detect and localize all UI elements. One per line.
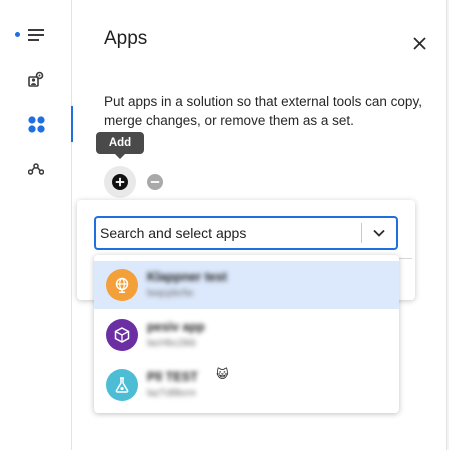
cube-icon — [106, 319, 138, 351]
app-option-name: Pll TEST — [147, 370, 198, 384]
rail-item-connections[interactable] — [0, 61, 72, 97]
left-nav-rail — [0, 0, 73, 450]
popover-divider — [398, 258, 412, 259]
app-option-id: lwqcpbcfw — [147, 288, 194, 299]
app-options-menu: Klappner test lwqcpbcfw pesiv app lacHbc… — [94, 255, 399, 413]
app-option-id: lazTd8bcm — [147, 388, 196, 399]
app-option-name: pesiv app — [147, 320, 205, 334]
workflow-icon — [28, 163, 44, 175]
panel-description: Put apps in a solution so that external … — [104, 94, 422, 128]
close-button[interactable] — [408, 32, 430, 54]
app-search-select[interactable]: Search and select apps — [94, 216, 398, 250]
add-tooltip: Add — [96, 132, 144, 159]
close-icon — [412, 36, 426, 50]
rail-active-bar — [71, 106, 73, 142]
minus-circle-icon — [147, 174, 163, 190]
chevron-down-icon — [373, 229, 385, 237]
app-option-name: Klappner test — [147, 270, 227, 284]
plus-circle-icon — [112, 174, 128, 190]
apps-grid-icon — [27, 115, 45, 133]
globe-icon — [106, 269, 138, 301]
rail-item-workflows[interactable] — [0, 151, 72, 187]
connection-settings-icon — [28, 71, 44, 87]
app-window: Apps Put apps in a solution so that exte… — [0, 0, 449, 450]
app-option-id: lacHbc2ikb — [147, 338, 196, 349]
app-option[interactable]: Klappner test lwqcpbcfw — [94, 261, 399, 309]
active-indicator-dot — [15, 32, 20, 37]
list-icon — [28, 29, 44, 41]
flask-icon — [106, 369, 138, 401]
app-option[interactable]: pesiv app lacHbc2ikb — [94, 311, 399, 359]
app-search-input[interactable]: Search and select apps — [96, 225, 361, 241]
app-option[interactable]: Pll TEST 😺 lazTd8bcm — [94, 361, 399, 409]
rail-item-apps[interactable] — [0, 106, 73, 142]
cat-emoji-icon: 😺 — [216, 367, 229, 381]
panel-title: Apps — [104, 28, 148, 49]
remove-app-button[interactable] — [146, 173, 164, 191]
rail-item-list[interactable] — [0, 17, 72, 53]
dropdown-toggle[interactable] — [362, 218, 396, 248]
add-app-button[interactable] — [104, 166, 136, 198]
